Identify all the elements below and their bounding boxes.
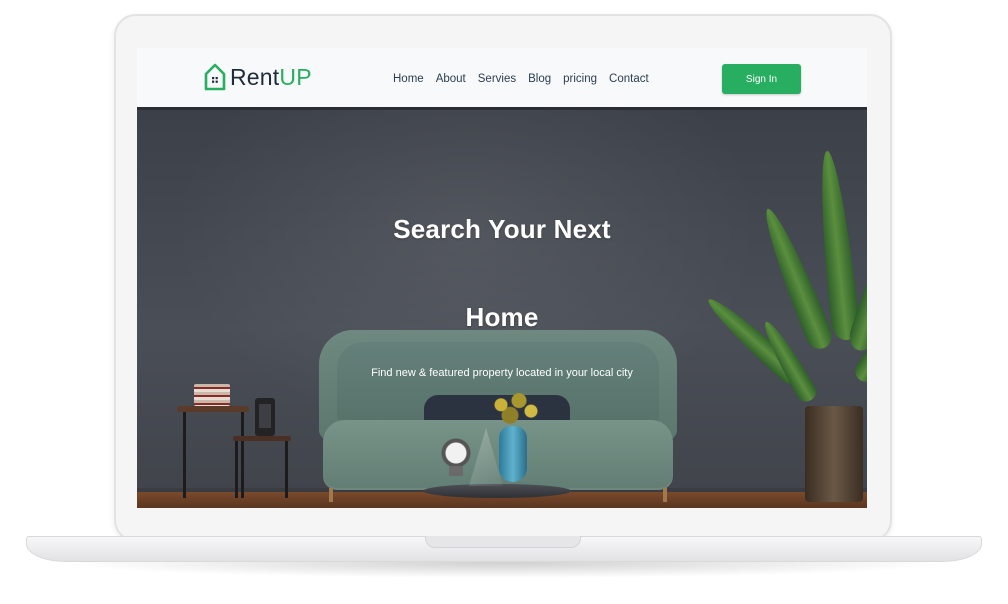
brand-name: RentUP <box>230 63 312 91</box>
side-table-low <box>233 436 291 441</box>
side-table-leg <box>285 441 288 498</box>
nav-about[interactable]: About <box>436 72 466 86</box>
navbar: RentUP Home About Servies Blog pricing C… <box>137 48 867 110</box>
laptop-notch <box>425 536 581 548</box>
hero-subtitle: Find new & featured property located in … <box>371 367 633 379</box>
flowers <box>483 388 543 430</box>
nav-blog[interactable]: Blog <box>528 72 551 86</box>
brand-name-up: UP <box>279 64 312 90</box>
sofa-leg <box>329 488 333 502</box>
house-icon <box>203 62 227 92</box>
hero-title-line1: Search Your Next <box>393 214 611 244</box>
nav-services[interactable]: Servies <box>478 72 516 86</box>
side-table-leg <box>235 441 238 498</box>
laptop-screen: RentUP Home About Servies Blog pricing C… <box>137 48 867 508</box>
lantern <box>255 398 275 436</box>
main-nav: Home About Servies Blog pricing Contact <box>393 72 649 86</box>
nav-pricing[interactable]: pricing <box>563 72 597 86</box>
side-table <box>177 406 249 412</box>
side-table-leg <box>183 412 186 498</box>
nav-home[interactable]: Home <box>393 72 424 86</box>
brand-logo[interactable]: RentUP <box>203 62 312 92</box>
hero-section: Search Your Next Home Find new & feature… <box>137 110 867 508</box>
sign-in-button[interactable]: Sign In <box>722 64 801 94</box>
book-stack <box>194 384 230 406</box>
plant-pot <box>805 406 863 502</box>
nav-contact[interactable]: Contact <box>609 72 649 86</box>
coffee-table <box>423 484 571 498</box>
alarm-clock-base <box>449 466 463 476</box>
side-table-leg <box>241 412 244 498</box>
sofa-leg <box>663 488 667 502</box>
alarm-clock <box>441 438 471 468</box>
brand-name-rent: Rent <box>230 64 280 90</box>
hero-title-line2: Home <box>465 302 539 332</box>
blue-vase <box>499 426 527 482</box>
